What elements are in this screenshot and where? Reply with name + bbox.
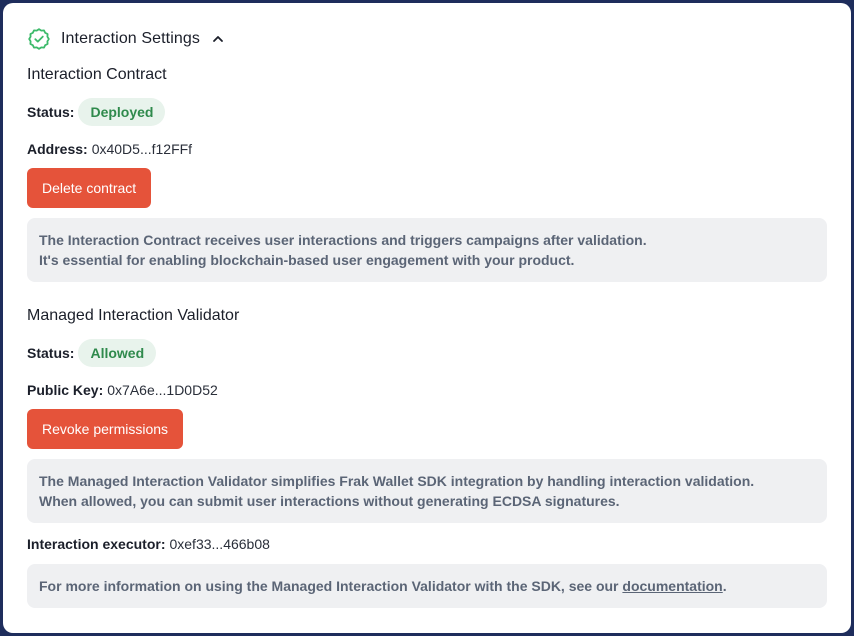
interaction-settings-panel: Interaction Settings Interaction Contrac…	[3, 3, 851, 633]
chevron-up-icon[interactable]	[211, 32, 225, 46]
footer-info-text: For more information on using the Manage…	[39, 578, 623, 594]
contract-status-row: Status: Deployed	[27, 98, 166, 126]
validator-pubkey-value: 0x7A6e...1D0D52	[107, 382, 218, 398]
executor-label: Interaction executor:	[27, 536, 166, 552]
contract-address-row: Address: 0x40D5...f12FFf	[27, 139, 192, 159]
contract-info-box: The Interaction Contract receives user i…	[27, 218, 827, 282]
check-badge-icon	[27, 27, 51, 51]
contract-info-line-1: The Interaction Contract receives user i…	[39, 232, 647, 248]
contract-section-title: Interaction Contract	[27, 66, 167, 83]
validator-section-title: Managed Interaction Validator	[27, 307, 240, 324]
footer-info-suffix: .	[722, 578, 727, 594]
contract-info-line-2: It's essential for enabling blockchain-b…	[39, 252, 575, 268]
validator-pubkey-label: Public Key:	[27, 382, 104, 398]
executor-row: Interaction executor: 0xef33...466b08	[27, 534, 270, 554]
validator-status-row: Status: Allowed	[27, 339, 157, 367]
section-header-title: Interaction Settings	[61, 30, 200, 47]
contract-status-label: Status:	[27, 104, 75, 120]
interaction-settings-header[interactable]: Interaction Settings	[27, 27, 225, 51]
footer-info-line: For more information on using the Manage…	[39, 576, 815, 596]
validator-info-line-1: The Managed Interaction Validator simpli…	[39, 473, 755, 489]
validator-status-label: Status:	[27, 345, 75, 361]
footer-info-box: For more information on using the Manage…	[27, 564, 827, 608]
delete-contract-button[interactable]: Delete contract	[27, 168, 152, 208]
executor-value: 0xef33...466b08	[169, 536, 270, 552]
contract-status-badge: Deployed	[78, 98, 166, 126]
contract-address-value: 0x40D5...f12FFf	[91, 141, 193, 157]
validator-status-badge: Allowed	[78, 339, 157, 367]
revoke-permissions-button[interactable]: Revoke permissions	[27, 409, 184, 449]
validator-info-box: The Managed Interaction Validator simpli…	[27, 459, 827, 523]
validator-pubkey-row: Public Key: 0x7A6e...1D0D52	[27, 380, 218, 400]
validator-info-line-2: When allowed, you can submit user intera…	[39, 493, 620, 509]
contract-address-label: Address:	[27, 141, 88, 157]
documentation-link[interactable]: documentation	[622, 578, 722, 594]
